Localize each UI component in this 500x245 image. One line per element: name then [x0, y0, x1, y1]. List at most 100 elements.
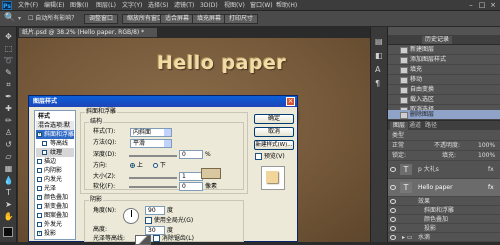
style-item-outer-glow[interactable]: 外发光 — [36, 220, 74, 229]
cancel-button[interactable]: 取消 — [254, 127, 294, 137]
visibility-eye-icon[interactable] — [390, 208, 396, 213]
crop-tool-icon[interactable]: ⌗ — [3, 79, 14, 90]
move-tool-icon[interactable]: ✥ — [3, 31, 14, 42]
style-item-stroke[interactable]: 描边 — [36, 157, 74, 166]
style-item-gradient-overlay[interactable]: 渐变叠加 — [36, 202, 74, 211]
checkbox-icon[interactable] — [37, 159, 42, 164]
history-item[interactable]: 添加图层样式 — [388, 55, 500, 65]
style-item-satin[interactable]: 光泽 — [36, 184, 74, 193]
layer-filter-kind[interactable]: 类型 — [392, 132, 404, 140]
radio-selected-icon[interactable] — [130, 163, 135, 168]
style-item-inner-shadow[interactable]: 内阴影 — [36, 166, 74, 175]
visibility-eye-icon[interactable] — [390, 167, 396, 172]
blend-mode-select[interactable]: 正常 — [392, 142, 404, 150]
history-item[interactable]: 自由变换 — [388, 85, 500, 95]
checkbox-icon[interactable] — [37, 168, 42, 173]
document-tab[interactable]: 纸片.psd @ 38.2% (Hello paper, RGB/8) * — [18, 27, 158, 38]
fill-screen-button[interactable]: 填充屏幕 — [192, 14, 227, 24]
menu-3d[interactable]: 3D(D) — [200, 1, 218, 10]
checkbox-icon[interactable] — [37, 177, 42, 182]
checkbox-icon[interactable] — [153, 235, 160, 242]
maximize-icon[interactable]: □ — [477, 1, 487, 9]
auto-select-option[interactable]: ☐ 自动所有影响？ — [28, 14, 77, 24]
depth-input[interactable]: 0 — [179, 150, 203, 159]
tab-history[interactable]: 历史记录 — [422, 36, 453, 44]
menu-window[interactable]: 窗口(W) — [250, 1, 273, 10]
checkbox-checked-icon[interactable] — [145, 217, 152, 224]
preview-option[interactable]: 预览(V) — [255, 153, 285, 161]
history-item[interactable]: 新建图层 — [388, 45, 500, 55]
menu-image[interactable]: 图像(I) — [70, 1, 88, 10]
layer-row[interactable]: ▸ ▭ 水滴 — [388, 233, 500, 242]
soften-slider[interactable] — [129, 186, 177, 188]
checkbox-checked-icon[interactable]: ✓ — [37, 195, 42, 200]
zoom-tool-icon[interactable]: 🔍 — [4, 13, 15, 23]
visibility-eye-icon[interactable] — [390, 226, 396, 231]
visibility-eye-icon[interactable] — [390, 185, 396, 190]
lasso-tool-icon[interactable]: ➰ — [3, 55, 14, 66]
character-panel-icon[interactable]: A — [375, 65, 380, 74]
healing-tool-icon[interactable]: ✚ — [3, 103, 14, 114]
marquee-tool-icon[interactable]: ⬚ — [3, 43, 14, 54]
radio-icon[interactable] — [153, 163, 158, 168]
layer-row-selected[interactable]: T Hello paper fx — [388, 179, 500, 197]
layer-effect-row[interactable]: 斜面和浮雕 — [388, 206, 500, 215]
layer-effect-row[interactable]: 颜色叠加 — [388, 215, 500, 224]
tool-preset-arrow-icon[interactable]: ▾ — [18, 15, 21, 22]
fit-screen-button[interactable]: 适合屏幕 — [160, 14, 195, 24]
eraser-tool-icon[interactable]: ▱ — [3, 151, 14, 162]
direction-up-option[interactable]: 上 — [130, 162, 143, 170]
type-tool-icon[interactable]: T — [3, 187, 14, 198]
depth-slider[interactable] — [129, 155, 177, 157]
dialog-close-icon[interactable]: × — [286, 97, 295, 106]
size-slider[interactable] — [129, 177, 177, 179]
checkbox-icon[interactable] — [37, 204, 42, 209]
checkbox-icon[interactable] — [37, 222, 42, 227]
history-item[interactable]: 移动 — [388, 75, 500, 85]
checkbox-icon[interactable] — [42, 150, 47, 155]
ok-button[interactable]: 确定 — [254, 114, 294, 124]
bevel-style-select[interactable]: 内斜面 — [130, 128, 172, 137]
layer-effect-row[interactable]: 效果 — [388, 197, 500, 206]
gradient-tool-icon[interactable]: ▦ — [3, 163, 14, 174]
menu-select[interactable]: 选择(S) — [148, 1, 169, 10]
layer-effects-fx-icon[interactable]: fx — [488, 184, 494, 192]
gloss-contour-picker[interactable] — [135, 235, 151, 245]
menu-file[interactable]: 文件(F) — [18, 1, 38, 10]
menu-help[interactable]: 帮助(H) — [276, 1, 297, 10]
visibility-eye-icon[interactable] — [390, 217, 396, 222]
foreground-color-swatch[interactable] — [3, 227, 13, 237]
menu-filter[interactable]: 滤镜(T) — [174, 1, 194, 10]
minimize-icon[interactable]: – — [466, 1, 476, 9]
fill-value[interactable]: 100% — [478, 152, 495, 160]
style-item-blending-options[interactable]: 混合选项:默认 — [36, 121, 74, 138]
menu-layer[interactable]: 图层(L) — [96, 1, 116, 10]
blur-tool-icon[interactable]: 💧 — [3, 175, 14, 186]
brush-tool-icon[interactable]: ✏ — [3, 115, 14, 126]
angle-input[interactable]: 90 — [145, 206, 165, 215]
close-window-icon[interactable]: × — [488, 1, 498, 9]
direction-down-option[interactable]: 下 — [153, 162, 166, 170]
quick-select-tool-icon[interactable]: ✎ — [3, 67, 14, 78]
history-panel-icon[interactable]: ▤ — [375, 37, 383, 46]
opacity-value[interactable]: 100% — [478, 142, 495, 150]
checkbox-icon[interactable] — [37, 213, 42, 218]
checkbox-icon[interactable] — [42, 141, 47, 146]
soften-input[interactable]: 0 — [179, 182, 203, 191]
style-item-texture[interactable]: 纹理 — [36, 148, 74, 157]
paragraph-panel-icon[interactable]: ¶ — [375, 79, 380, 88]
style-item-pattern-overlay[interactable]: 图案叠加 — [36, 211, 74, 220]
checkbox-checked-icon[interactable]: ✓ — [37, 132, 42, 137]
eyedropper-tool-icon[interactable]: ✒ — [3, 91, 14, 102]
visibility-eye-icon[interactable] — [390, 235, 396, 240]
layer-effect-row[interactable]: 投影 — [388, 224, 500, 233]
visibility-eye-icon[interactable] — [390, 199, 396, 204]
print-size-button[interactable]: 打印尺寸 — [224, 14, 259, 24]
menu-view[interactable]: 视图(V) — [224, 1, 245, 10]
style-item-contour[interactable]: 等高线 — [36, 139, 74, 148]
history-item[interactable]: 载入选区 — [388, 95, 500, 105]
checkbox-checked-icon[interactable] — [255, 153, 262, 160]
altitude-input[interactable]: 30 — [145, 226, 165, 235]
layer-row[interactable]: T p 大礼s fx — [388, 161, 500, 179]
properties-panel-icon[interactable]: ◧ — [375, 51, 383, 60]
